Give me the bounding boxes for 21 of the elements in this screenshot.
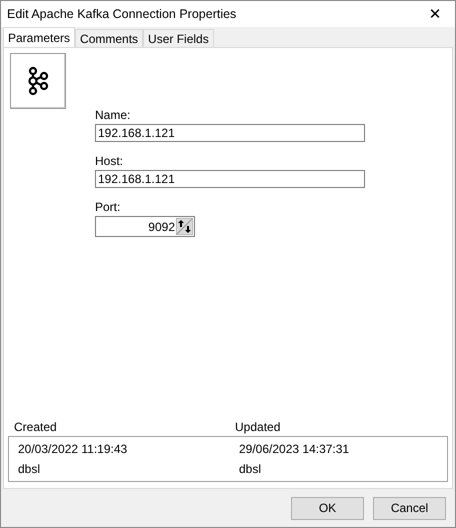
ok-button[interactable]: OK — [291, 496, 364, 520]
kafka-icon — [27, 66, 49, 96]
port-field[interactable]: 9092 — [95, 216, 195, 237]
window-title: Edit Apache Kafka Connection Properties — [7, 7, 236, 21]
audit-cell-text: dbsl — [18, 462, 42, 476]
field-label: Host: — [95, 154, 124, 168]
tab[interactable]: Comments — [75, 29, 144, 47]
field-label: Name: — [95, 108, 132, 122]
tab[interactable]: User Fields — [143, 29, 214, 47]
column-header: Created — [14, 420, 58, 436]
audit-cell-text: 29/06/2023 14:37:31 — [239, 442, 350, 456]
close-button[interactable]: ✕ — [415, 1, 455, 27]
column-header: Updated — [235, 420, 282, 436]
tab[interactable]: Parameters — [3, 27, 76, 47]
field-label: Port: — [95, 200, 122, 214]
name-field[interactable]: 192.168.1.121 — [95, 124, 365, 142]
host-field[interactable]: 192.168.1.121 — [95, 170, 365, 188]
audit-cell-text: 20/03/2022 11:19:43 — [18, 442, 128, 456]
spinner-icon[interactable] — [176, 218, 193, 235]
cancel-button[interactable]: Cancel — [373, 496, 446, 520]
audit-cell-text: dbsl — [239, 462, 262, 476]
